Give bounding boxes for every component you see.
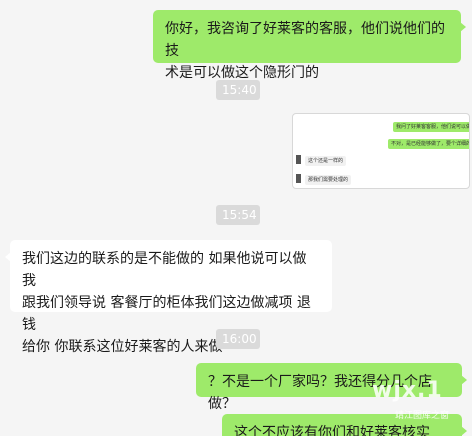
image-avatar bbox=[296, 174, 301, 183]
chat-message-received[interactable]: 我们这边的联系的是不能做的 如果他说可以做 我 跟我们领导说 客餐厅的柜体我们这… bbox=[5, 240, 332, 355]
timestamp: 16:00 bbox=[216, 329, 260, 349]
timestamp: 15:54 bbox=[216, 205, 260, 225]
watermark-logo: wjx.1 bbox=[372, 378, 443, 403]
watermark-subtitle: 靖江图库之窗 bbox=[395, 411, 450, 421]
timestamp: 15:40 bbox=[216, 80, 260, 100]
image-chat-line: 这个还是一样的 bbox=[305, 156, 347, 166]
image-avatar bbox=[296, 155, 301, 164]
image-chat-line: 我问了好莱客客服，他们说可以做 bbox=[393, 122, 469, 132]
image-chat-line: 不对，是已经能够做了，要个详细的 bbox=[388, 139, 469, 149]
image-message[interactable]: 我问了好莱客客服，他们说可以做 不对，是已经能够做了，要个详细的 这个还是一样的… bbox=[292, 113, 470, 189]
image-chat-line: 那我们需要处理的 bbox=[305, 175, 352, 185]
chat-message-sent[interactable]: 你好，我咨询了好莱客的客服，他们说他们的技 术是可以做这个隐形门的 bbox=[153, 10, 466, 81]
